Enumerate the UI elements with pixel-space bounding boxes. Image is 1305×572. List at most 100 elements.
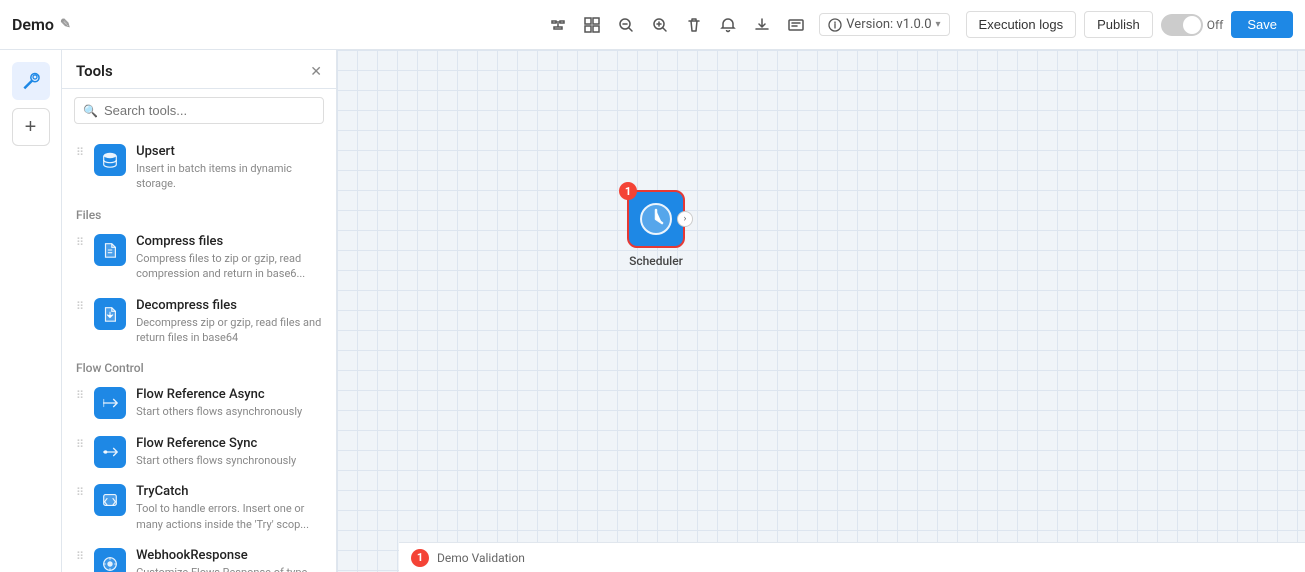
tool-icon-upsert <box>94 144 126 176</box>
flow-control-section-label: Flow Control <box>62 353 336 379</box>
tool-name: Flow Reference Async <box>136 387 322 402</box>
app-title: Demo <box>12 15 54 34</box>
scheduler-node[interactable]: 1 › Scheduler <box>627 190 685 268</box>
share-icon <box>788 17 804 33</box>
zoom-in-icon <box>652 17 668 33</box>
toggle-label: Off <box>1207 18 1224 32</box>
list-item[interactable]: ⠿ Compress files Compress files to zip o… <box>62 226 336 290</box>
tool-name: Decompress files <box>136 298 322 313</box>
chevron-down-icon: ▾ <box>936 19 941 30</box>
file-icon <box>101 241 119 259</box>
canvas-area[interactable]: 1 › Scheduler 1 Demo Validation <box>337 50 1305 572</box>
list-item[interactable]: ⠿ WebhookResponse Customize Flows Respon… <box>62 540 336 572</box>
app-title-group: Demo ✎ <box>12 15 71 34</box>
bottom-text: Demo Validation <box>437 551 525 565</box>
bottom-strip: 1 Demo Validation <box>399 542 1305 572</box>
tools-panel-title: Tools <box>76 62 113 80</box>
tool-name: Compress files <box>136 234 322 249</box>
list-item[interactable]: ⠿ Decompress files Decompress zip or gzi… <box>62 290 336 354</box>
drag-handle-icon: ⠿ <box>76 144 84 159</box>
flow-icon-btn[interactable] <box>543 10 573 40</box>
tools-panel-close-button[interactable]: ✕ <box>310 63 322 80</box>
node-badge: 1 <box>619 182 637 200</box>
canvas-grid[interactable]: 1 › Scheduler <box>337 50 1305 572</box>
tool-icon-webhook <box>94 548 126 572</box>
tool-icon-compress <box>94 234 126 266</box>
share-btn[interactable] <box>781 10 811 40</box>
publish-button[interactable]: Publish <box>1084 11 1153 38</box>
left-sidebar: + <box>0 50 62 572</box>
node-box[interactable]: › <box>627 190 685 248</box>
tools-icon <box>21 71 41 91</box>
node-label: Scheduler <box>629 254 683 268</box>
tool-desc: Insert in batch items in dynamic storage… <box>136 161 322 192</box>
flow-async-icon <box>101 394 119 412</box>
active-toggle[interactable] <box>1161 14 1203 36</box>
tool-desc: Customize Flows Response of type Webhook… <box>136 565 322 572</box>
tool-info-compress: Compress files Compress files to zip or … <box>136 234 322 282</box>
tool-name: Upsert <box>136 144 322 159</box>
node-expand-btn[interactable]: › <box>677 211 693 227</box>
save-button[interactable]: Save <box>1231 11 1293 38</box>
tool-desc: Tool to handle errors. Insert one or man… <box>136 501 322 532</box>
list-item[interactable]: ⠿ Upsert Insert in batch items in dynami… <box>62 136 336 200</box>
chevron-right-icon: › <box>684 214 687 224</box>
toggle-wrapper: Off <box>1161 14 1224 36</box>
bottom-badge: 1 <box>411 549 429 567</box>
tool-info-webhook: WebhookResponse Customize Flows Response… <box>136 548 322 572</box>
execution-logs-button[interactable]: Execution logs <box>966 11 1077 38</box>
delete-icon <box>686 17 702 33</box>
drag-handle-icon: ⠿ <box>76 387 84 402</box>
tool-info-flow-sync: Flow Reference Sync Start others flows s… <box>136 436 322 468</box>
webhook-icon <box>101 555 119 572</box>
tools-sidebar-btn[interactable] <box>12 62 50 100</box>
tool-desc: Decompress zip or gzip, read files and r… <box>136 315 322 346</box>
toolbar-right: Execution logs Publish Off Save <box>966 11 1293 38</box>
list-item[interactable]: ⠿ TryCatch Tool to handle errors. Insert… <box>62 476 336 540</box>
tool-info-decompress: Decompress files Decompress zip or gzip,… <box>136 298 322 346</box>
tools-search-bar: 🔍 <box>74 97 324 124</box>
toggle-knob <box>1183 16 1201 34</box>
main-content: + Tools ✕ 🔍 ⠿ <box>0 50 1305 572</box>
drag-handle-icon: ⠿ <box>76 298 84 313</box>
tool-info-flow-async: Flow Reference Async Start others flows … <box>136 387 322 419</box>
add-icon: + <box>25 116 37 139</box>
add-sidebar-btn[interactable]: + <box>12 108 50 146</box>
download-icon <box>754 17 770 33</box>
version-selector[interactable]: Version: v1.0.0 ▾ <box>819 13 949 36</box>
db-icon <box>101 151 119 169</box>
info-icon <box>828 18 842 32</box>
toolbar-icons <box>543 10 811 40</box>
edit-title-icon[interactable]: ✎ <box>60 17 71 32</box>
zoom-in-btn[interactable] <box>645 10 675 40</box>
tool-icon-flow-async <box>94 387 126 419</box>
tool-info-trycatch: TryCatch Tool to handle errors. Insert o… <box>136 484 322 532</box>
tool-desc: Start others flows synchronously <box>136 453 322 468</box>
notification-btn[interactable] <box>713 10 743 40</box>
grid-icon <box>584 17 600 33</box>
tools-panel-header: Tools ✕ <box>62 50 336 89</box>
version-label: Version: v1.0.0 <box>846 17 931 32</box>
bell-icon <box>720 17 736 33</box>
tool-name: Flow Reference Sync <box>136 436 322 451</box>
delete-btn[interactable] <box>679 10 709 40</box>
drag-handle-icon: ⠿ <box>76 548 84 563</box>
tools-panel: Tools ✕ 🔍 ⠿ Upsert Insert in <box>62 50 337 572</box>
scheduler-icon <box>638 201 674 237</box>
list-item[interactable]: ⠿ Flow Reference Sync Start others flows… <box>62 428 336 476</box>
files-section-label: Files <box>62 200 336 226</box>
tool-name: WebhookResponse <box>136 548 322 563</box>
drag-handle-icon: ⠿ <box>76 234 84 249</box>
drag-handle-icon: ⠿ <box>76 436 84 451</box>
tool-info-upsert: Upsert Insert in batch items in dynamic … <box>136 144 322 192</box>
zoom-out-icon <box>618 17 634 33</box>
grid-icon-btn[interactable] <box>577 10 607 40</box>
download-btn[interactable] <box>747 10 777 40</box>
tools-search-input[interactable] <box>104 103 315 118</box>
list-item[interactable]: ⠿ Flow Reference Async Start others flow… <box>62 379 336 427</box>
tool-icon-decompress <box>94 298 126 330</box>
tool-desc: Start others flows asynchronously <box>136 404 322 419</box>
file-decompress-icon <box>101 305 119 323</box>
tool-icon-trycatch <box>94 484 126 516</box>
zoom-out-btn[interactable] <box>611 10 641 40</box>
